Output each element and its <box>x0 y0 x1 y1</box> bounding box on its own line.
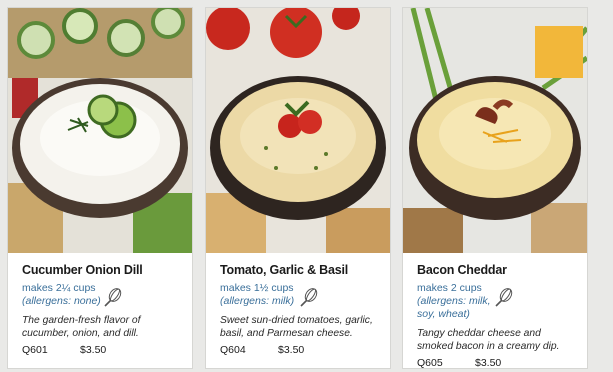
product-code: Q605 <box>417 357 443 368</box>
product-catalog: Cucumber Onion Dill makes 2¼ cups (aller… <box>0 0 613 372</box>
order-line: Q601 $3.50 <box>22 344 184 356</box>
product-card-bacon-cheddar[interactable]: Bacon Cheddar makes 2 cups (allergens: m… <box>403 8 587 368</box>
product-price: $3.50 <box>278 344 305 356</box>
bacon-cheddar-dip-photo <box>403 8 587 253</box>
product-price: $3.50 <box>80 344 107 356</box>
product-description: Sweet sun-dried tomatoes, garlic, basil,… <box>220 315 373 339</box>
order-line: Q605 $3.50 <box>417 357 579 368</box>
whisk-icon <box>300 288 318 307</box>
product-name: Bacon Cheddar <box>417 263 507 277</box>
product-photo <box>8 8 192 253</box>
product-description: The garden-fresh flavor of cucumber, oni… <box>22 315 141 339</box>
whisk-icon <box>104 288 122 307</box>
product-card-tomato-garlic-basil[interactable]: Tomato, Garlic & Basil makes 1½ cups (al… <box>206 8 390 368</box>
product-description: Tangy cheddar cheese and smoked bacon in… <box>417 328 560 352</box>
product-price: $3.50 <box>475 357 502 368</box>
cucumber-dip-photo <box>8 8 192 253</box>
product-code: Q604 <box>220 344 246 356</box>
product-name: Cucumber Onion Dill <box>22 263 143 277</box>
product-photo <box>206 8 390 253</box>
product-info: Tomato, Garlic & Basil makes 1½ cups (al… <box>220 263 382 356</box>
product-code: Q601 <box>22 344 48 356</box>
product-name: Tomato, Garlic & Basil <box>220 263 349 277</box>
tomato-dip-photo <box>206 8 390 253</box>
whisk-icon <box>495 288 513 307</box>
product-info: Bacon Cheddar makes 2 cups (allergens: m… <box>417 263 579 368</box>
product-photo <box>403 8 587 253</box>
product-info: Cucumber Onion Dill makes 2¼ cups (aller… <box>22 263 184 356</box>
product-card-cucumber-onion-dill[interactable]: Cucumber Onion Dill makes 2¼ cups (aller… <box>8 8 192 368</box>
product-allergens: (allergens: milk, soy, wheat) <box>417 295 491 320</box>
order-line: Q604 $3.50 <box>220 344 382 356</box>
